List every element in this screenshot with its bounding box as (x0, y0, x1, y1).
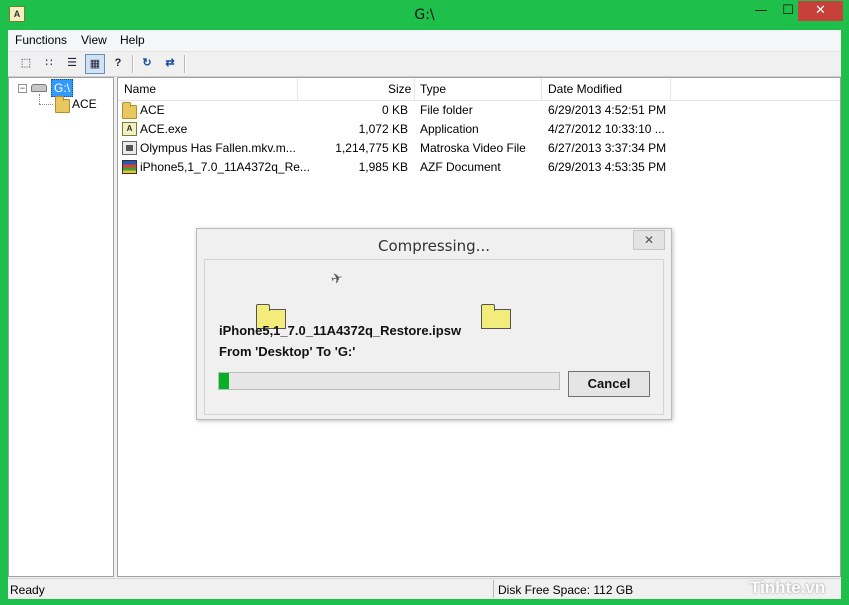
file-date: 6/29/2013 4:53:35 PM (548, 160, 667, 174)
status-text: Ready (10, 583, 45, 597)
file-type: Application (420, 122, 479, 136)
file-type: File folder (420, 103, 473, 117)
file-type: AZF Document (420, 160, 501, 174)
column-divider[interactable] (297, 78, 298, 100)
column-header-date[interactable]: Date Modified (548, 82, 622, 96)
file-size: 0 KB (381, 103, 408, 117)
column-header-type[interactable]: Type (420, 82, 446, 96)
column-divider[interactable] (670, 78, 671, 100)
file-date: 6/27/2013 3:37:34 PM (548, 141, 667, 155)
tree-expander[interactable]: − (18, 84, 27, 93)
compress-path: From 'Desktop' To 'G:' (219, 344, 356, 359)
file-size: 1,072 KB (358, 122, 408, 136)
minimize-button[interactable]: — (748, 1, 774, 21)
cancel-button[interactable]: Cancel (568, 371, 650, 397)
file-type: Matroska Video File (420, 141, 526, 155)
list-view-icon[interactable]: ☰ (62, 54, 82, 74)
progress-bar (218, 372, 560, 390)
drive-icon (31, 84, 47, 92)
dialog-body: ✈ iPhone5,1_7.0_11A4372q_Restore.ipsw Fr… (204, 259, 664, 415)
list-header: Name Size Type Date Modified (118, 78, 840, 101)
column-divider[interactable] (414, 78, 415, 100)
tree-line (39, 104, 53, 105)
status-divider (493, 580, 494, 598)
list-item[interactable]: Olympus Has Fallen.mkv.m... 1,214,775 KB… (118, 139, 840, 158)
window-title: G:\ (414, 7, 435, 23)
help-icon[interactable]: ? (108, 54, 128, 74)
file-name: ACE (140, 103, 165, 117)
small-icons-icon[interactable]: ∷ (39, 54, 59, 74)
file-size: 1,214,775 KB (335, 141, 408, 155)
list-item[interactable]: ACE 0 KB File folder 6/29/2013 4:52:51 P… (118, 101, 840, 120)
column-header-size[interactable]: Size (388, 82, 411, 96)
tree-line (39, 94, 40, 104)
menu-functions[interactable]: Functions (15, 33, 67, 47)
tree-item-label[interactable]: ACE (72, 97, 97, 111)
video-file-icon (122, 141, 137, 155)
application-icon: A (122, 122, 137, 136)
title-bar: A G:\ — ☐ ✕ (0, 0, 849, 30)
file-date: 4/27/2012 10:33:10 ... (548, 122, 665, 136)
compress-dialog: Compressing... ✕ ✈ iPhone5,1_7.0_11A4372… (196, 228, 672, 420)
compress-file-name: iPhone5,1_7.0_11A4372q_Restore.ipsw (219, 323, 462, 338)
watermark: Tinhte.vn (750, 578, 826, 597)
azf-document-icon (122, 160, 137, 174)
menu-view[interactable]: View (81, 33, 107, 47)
column-header-name[interactable]: Name (124, 82, 156, 96)
flying-document-icon: ✈ (328, 268, 345, 288)
tree-root-item[interactable]: G:\ (51, 79, 74, 97)
progress-fill (219, 373, 230, 389)
dialog-title: Compressing... (378, 237, 490, 255)
sync-icon[interactable]: ⇄ (160, 54, 180, 74)
file-size: 1,985 KB (358, 160, 408, 174)
menu-help[interactable]: Help (120, 33, 145, 47)
toolbar: ⬚ ∷ ☰ ▦ ? ↻ ⇄ (8, 52, 841, 77)
column-divider[interactable] (541, 78, 542, 100)
large-icons-icon[interactable]: ⬚ (16, 54, 36, 74)
refresh-icon[interactable]: ↻ (137, 54, 157, 74)
folder-icon (122, 102, 137, 119)
folder-icon (55, 96, 70, 113)
details-view-icon[interactable]: ▦ (85, 54, 105, 74)
list-item[interactable]: A ACE.exe 1,072 KB Application 4/27/2012… (118, 120, 840, 139)
disk-free-space: Disk Free Space: 112 GB (498, 583, 634, 597)
destination-folder-icon (481, 304, 511, 329)
file-date: 6/29/2013 4:52:51 PM (548, 103, 667, 117)
close-button[interactable]: ✕ (798, 1, 843, 21)
list-item[interactable]: iPhone5,1_7.0_11A4372q_Re... 1,985 KB AZ… (118, 158, 840, 177)
toolbar-separator (184, 55, 186, 73)
menu-bar: Functions View Help (8, 30, 841, 52)
status-bar: Ready Disk Free Space: 112 GB (8, 578, 841, 599)
file-name: iPhone5,1_7.0_11A4372q_Re... (140, 160, 310, 174)
file-name: Olympus Has Fallen.mkv.m... (140, 141, 296, 155)
dialog-close-button[interactable]: ✕ (633, 230, 665, 250)
file-name: ACE.exe (140, 122, 188, 136)
toolbar-separator (132, 55, 134, 73)
folder-tree: − G:\ ACE (8, 77, 114, 577)
